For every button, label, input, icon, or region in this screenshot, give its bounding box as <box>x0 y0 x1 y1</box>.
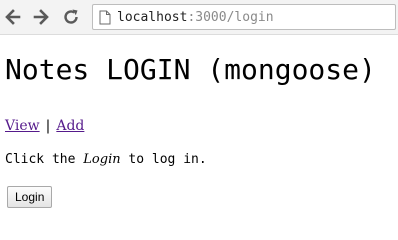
login-instructions: Click the Login to log in. <box>5 153 207 166</box>
login-button[interactable]: Login <box>7 186 53 208</box>
address-bar[interactable]: localhost:3000/login <box>92 4 396 30</box>
back-arrow-icon <box>5 9 21 25</box>
reload-icon <box>64 9 78 24</box>
forward-arrow-icon <box>33 9 49 25</box>
url-host: localhost <box>117 9 188 25</box>
nav-separator: | <box>45 118 51 134</box>
add-link[interactable]: Add <box>56 118 84 134</box>
url-text: localhost:3000/login <box>117 11 274 24</box>
browser-toolbar: localhost:3000/login <box>0 0 398 35</box>
page-content: Notes LOGIN (mongoose) View | Add Click th… <box>5 34 398 224</box>
reload-button[interactable] <box>60 6 82 28</box>
page-icon <box>99 10 111 25</box>
instructions-after: to log in. <box>120 152 207 167</box>
nav-links: View | Add <box>5 119 84 133</box>
forward-button[interactable] <box>30 6 52 28</box>
instructions-before: Click the <box>5 152 84 167</box>
url-path: :3000/login <box>187 9 274 25</box>
instructions-emphasis: Login <box>83 152 121 167</box>
view-link[interactable]: View <box>5 118 40 134</box>
back-button[interactable] <box>2 6 24 28</box>
page-title: Notes LOGIN (mongoose) <box>5 53 376 86</box>
